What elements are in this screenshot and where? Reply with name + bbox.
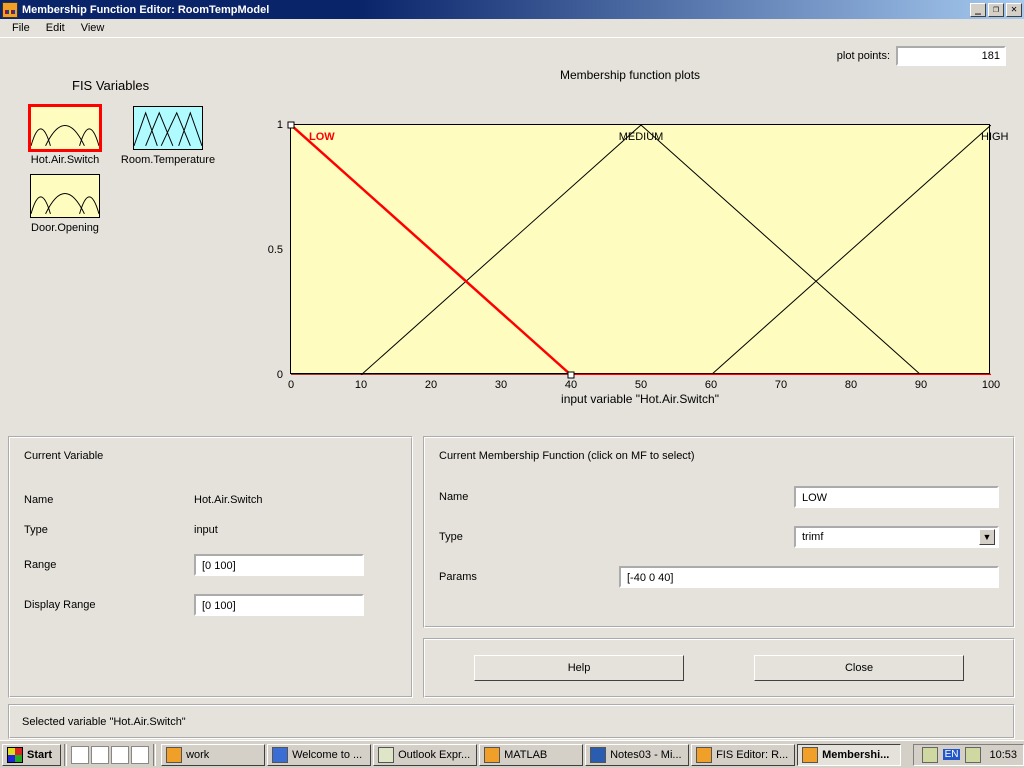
- chevron-down-icon: ▼: [979, 529, 995, 545]
- mf-vertex-marker[interactable]: [568, 372, 575, 379]
- task-mf-editor[interactable]: Membershi...: [797, 744, 901, 766]
- mf-vertex-marker[interactable]: [288, 122, 295, 129]
- fis-var-hot-air-switch[interactable]: Hot.Air.Switch: [20, 106, 110, 166]
- start-label: Start: [27, 749, 52, 761]
- quick-launch-icon[interactable]: [111, 746, 129, 764]
- fis-variables-title: FIS Variables: [72, 78, 149, 93]
- start-button[interactable]: Start: [2, 744, 61, 766]
- fis-var-label: Hot.Air.Switch: [31, 154, 99, 166]
- quick-launch-icon[interactable]: [131, 746, 149, 764]
- mf-type-value: trimf: [802, 529, 823, 545]
- ytick: 0.5: [268, 244, 283, 256]
- quick-launch: [70, 746, 150, 764]
- ie-icon: [272, 747, 288, 763]
- mf-plot[interactable]: 0 0.5 1 0 10 20 30 40 50 60 70 80 90 100…: [290, 124, 990, 374]
- matlab-icon: [802, 747, 818, 763]
- cv-name-value: Hot.Air.Switch: [194, 494, 262, 506]
- cv-range-input[interactable]: [0 100]: [194, 554, 364, 576]
- quick-launch-icon[interactable]: [71, 746, 89, 764]
- xtick: 40: [565, 379, 577, 391]
- panel-title: Current Membership Function (click on MF…: [439, 450, 695, 462]
- mf-params-label: Params: [439, 571, 579, 583]
- quick-launch-icon[interactable]: [91, 746, 109, 764]
- help-button[interactable]: Help: [474, 655, 684, 681]
- word-icon: [590, 747, 606, 763]
- xtick: 30: [495, 379, 507, 391]
- matlab-icon: [484, 747, 500, 763]
- cv-type-value: input: [194, 524, 218, 536]
- outlook-icon: [378, 747, 394, 763]
- task-fis-editor[interactable]: FIS Editor: R...: [691, 744, 795, 766]
- mf-name-input[interactable]: LOW: [794, 486, 999, 508]
- clock: 10:53: [989, 749, 1017, 761]
- language-indicator[interactable]: EN: [943, 749, 961, 760]
- mf-name-label: Name: [439, 491, 589, 503]
- cv-range-label: Range: [24, 559, 194, 571]
- mf-type-select[interactable]: trimf ▼: [794, 526, 999, 548]
- cv-display-range-label: Display Range: [24, 599, 194, 611]
- plot-title: Membership function plots: [250, 68, 1010, 82]
- menu-bar: File Edit View: [0, 19, 1024, 38]
- folder-icon: [166, 747, 182, 763]
- xtick: 20: [425, 379, 437, 391]
- fis-var-room-temperature[interactable]: Room.Temperature: [118, 106, 218, 166]
- xtick: 0: [288, 379, 294, 391]
- fis-variables: Hot.Air.Switch Room.Temperature Door.Ope…: [20, 106, 218, 234]
- cv-name-label: Name: [24, 494, 194, 506]
- task-work[interactable]: work: [161, 744, 265, 766]
- status-text: Selected variable "Hot.Air.Switch": [22, 716, 186, 728]
- current-variable-panel: Current Variable Name Hot.Air.Switch Typ…: [8, 436, 413, 698]
- maximize-button[interactable]: ❐: [988, 3, 1004, 17]
- close-button[interactable]: Close: [754, 655, 964, 681]
- minimize-button[interactable]: _: [970, 3, 986, 17]
- system-tray: EN 10:53: [913, 744, 1024, 766]
- menu-edit[interactable]: Edit: [38, 20, 73, 36]
- task-matlab[interactable]: MATLAB: [479, 744, 583, 766]
- mf-plot-area: Membership function plots 0 0.5 1 0 10 2…: [250, 68, 1010, 418]
- xtick: 70: [775, 379, 787, 391]
- cv-display-range-input[interactable]: [0 100]: [194, 594, 364, 616]
- plot-points-group: plot points: 181: [837, 46, 1006, 66]
- plot-points-label: plot points:: [837, 50, 890, 62]
- xtick: 80: [845, 379, 857, 391]
- plot-xlabel: input variable "Hot.Air.Switch": [290, 392, 990, 406]
- mf-params-input[interactable]: [-40 0 40]: [619, 566, 999, 588]
- close-button[interactable]: ✕: [1006, 3, 1022, 17]
- windows-logo-icon: [7, 747, 23, 763]
- title-bar: Membership Function Editor: RoomTempMode…: [0, 0, 1024, 19]
- xtick: 100: [982, 379, 1000, 391]
- ytick: 1: [277, 119, 283, 131]
- xtick: 90: [915, 379, 927, 391]
- menu-view[interactable]: View: [73, 20, 113, 36]
- ytick: 0: [277, 369, 283, 381]
- button-panel: Help Close: [423, 638, 1015, 698]
- window-title: Membership Function Editor: RoomTempMode…: [22, 4, 968, 16]
- separator: [64, 744, 67, 766]
- taskbar: Start work Welcome to ... Outlook Expr..…: [0, 740, 1024, 768]
- panel-title: Current Variable: [24, 450, 103, 462]
- xtick: 10: [355, 379, 367, 391]
- app-icon: [2, 2, 18, 18]
- mf-type-label: Type: [439, 531, 589, 543]
- separator: [153, 744, 156, 766]
- xtick: 50: [635, 379, 647, 391]
- status-panel: Selected variable "Hot.Air.Switch": [8, 704, 1015, 739]
- xtick: 60: [705, 379, 717, 391]
- cv-type-label: Type: [24, 524, 194, 536]
- task-outlook[interactable]: Outlook Expr...: [373, 744, 477, 766]
- menu-file[interactable]: File: [4, 20, 38, 36]
- tray-icon[interactable]: [922, 747, 938, 763]
- task-welcome[interactable]: Welcome to ...: [267, 744, 371, 766]
- matlab-icon: [696, 747, 712, 763]
- task-notes[interactable]: Notes03 - Mi...: [585, 744, 689, 766]
- fis-var-door-opening[interactable]: Door.Opening: [20, 174, 110, 234]
- fis-var-label: Door.Opening: [31, 222, 99, 234]
- tray-icon[interactable]: [965, 747, 981, 763]
- fis-var-label: Room.Temperature: [121, 154, 215, 166]
- current-mf-panel: Current Membership Function (click on MF…: [423, 436, 1015, 628]
- plot-points-input[interactable]: 181: [896, 46, 1006, 66]
